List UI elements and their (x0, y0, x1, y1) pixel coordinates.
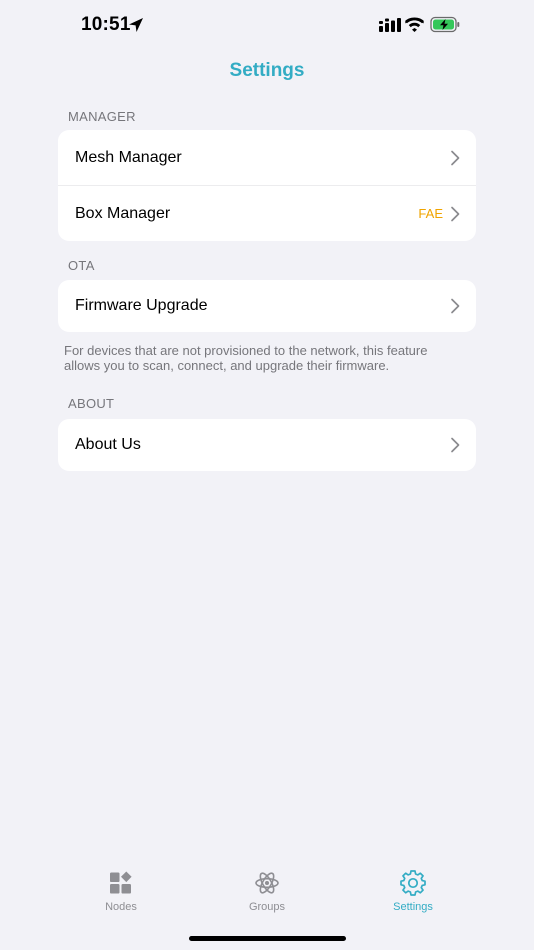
status-bar: 10:51 (0, 0, 534, 50)
chevron-right-icon (451, 206, 460, 221)
box-manager-label: Box Manager (75, 204, 171, 222)
manager-group: Mesh Manager Box Manager FAE (58, 130, 476, 241)
ota-footer-note: For devices that are not provisioned to … (64, 343, 428, 373)
tab-settings[interactable]: Settings (363, 870, 463, 913)
page-title: Settings (229, 60, 305, 81)
nodes-icon (110, 871, 132, 894)
chevron-right-icon (451, 437, 460, 453)
section-header-ota: OTA (68, 258, 95, 273)
gear-icon (400, 870, 426, 896)
firmware-upgrade-label: Firmware Upgrade (75, 297, 208, 314)
groups-icon (255, 872, 279, 894)
section-header-about: ABOUT (68, 396, 115, 411)
home-indicator (189, 936, 346, 941)
location-arrow-icon (129, 18, 143, 32)
about-group: About Us (58, 419, 476, 471)
about-us-label: About Us (75, 436, 141, 453)
ota-group: Firmware Upgrade (58, 280, 476, 332)
tab-settings-label: Settings (393, 901, 433, 913)
box-manager-row[interactable]: Box Manager FAE (58, 185, 476, 241)
about-us-row[interactable]: About Us (58, 419, 476, 471)
box-manager-detail: FAE (418, 206, 443, 221)
battery-charging-icon (430, 16, 460, 33)
chevron-right-icon (451, 298, 460, 314)
tab-nodes-label: Nodes (105, 901, 137, 913)
tab-groups[interactable]: Groups (217, 870, 317, 913)
section-header-manager: MANAGER (68, 109, 136, 124)
tab-nodes[interactable]: Nodes (71, 870, 171, 913)
firmware-upgrade-row[interactable]: Firmware Upgrade (58, 280, 476, 332)
mesh-manager-row[interactable]: Mesh Manager (58, 130, 476, 185)
cellular-signal-icon (379, 18, 401, 32)
tab-groups-label: Groups (248, 901, 286, 913)
wifi-icon (405, 17, 424, 32)
mesh-manager-label: Mesh Manager (75, 148, 182, 166)
chevron-right-icon (451, 150, 460, 165)
status-time: 10:51 (81, 14, 131, 35)
